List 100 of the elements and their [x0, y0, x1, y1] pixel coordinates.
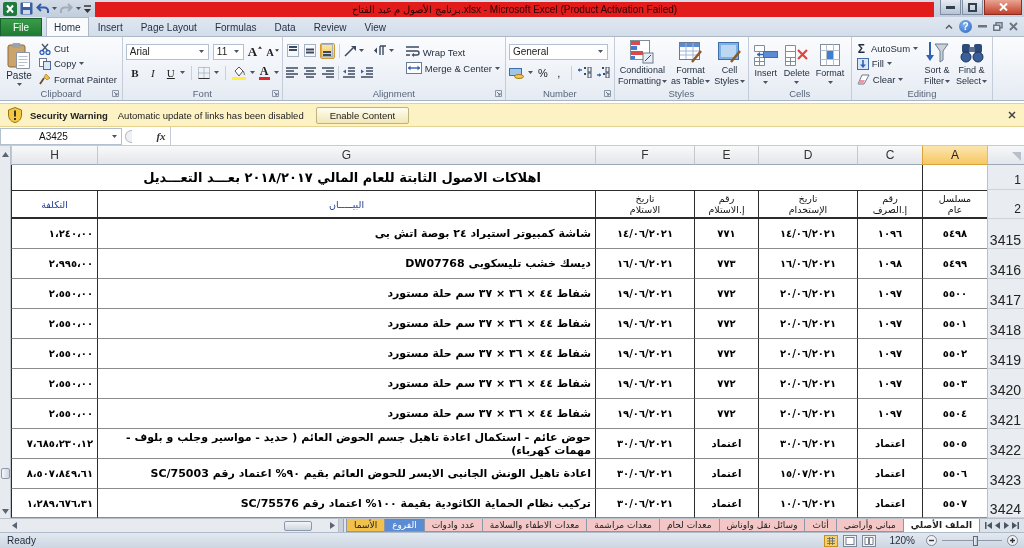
restore-icon[interactable]: [993, 22, 1003, 31]
cut-button[interactable]: Cut: [37, 41, 119, 57]
column-header[interactable]: H: [11, 146, 97, 165]
ribbon-tab[interactable]: Insert: [88, 18, 132, 36]
ribbon-tab[interactable]: View: [355, 18, 395, 36]
next-sheet-icon[interactable]: [1003, 522, 1009, 529]
italic-button[interactable]: I: [147, 64, 158, 81]
zoom-slider-thumb[interactable]: [973, 535, 978, 546]
sheet-tab[interactable]: معدات الاطفاء والسلامة: [481, 519, 587, 532]
dialog-launcher-icon[interactable]: [494, 90, 502, 97]
caret-icon[interactable]: [388, 49, 394, 52]
text-orientation-icon[interactable]: [343, 44, 357, 57]
fill-color-icon[interactable]: [231, 65, 246, 80]
autosum-button[interactable]: Σ AutoSum: [854, 41, 921, 57]
copy-button[interactable]: Copy: [37, 56, 119, 72]
caret-icon[interactable]: [52, 7, 57, 10]
zoom-in-icon[interactable]: [1007, 535, 1018, 546]
increase-decimal-icon[interactable]: [577, 67, 592, 78]
caret-icon[interactable]: [76, 7, 81, 10]
sheet-tab[interactable]: معدات مراشمة: [586, 519, 659, 532]
caret-icon[interactable]: [273, 71, 279, 74]
row-header[interactable]: 3423: [987, 459, 1024, 489]
previous-sheet-icon[interactable]: [995, 522, 1001, 529]
currency-icon[interactable]: [508, 66, 524, 79]
close-button[interactable]: [984, 0, 1022, 15]
caret-icon[interactable]: [249, 71, 255, 74]
row-header[interactable]: 3421: [987, 399, 1024, 429]
caret-icon[interactable]: [527, 71, 533, 74]
borders-icon[interactable]: [197, 66, 210, 79]
resize-handle-icon[interactable]: [125, 129, 133, 143]
decrease-decimal-icon[interactable]: [595, 67, 610, 78]
underline-button[interactable]: U: [165, 64, 176, 81]
align-center-icon[interactable]: [303, 67, 316, 78]
caret-icon[interactable]: [179, 71, 185, 74]
row-header[interactable]: 2: [987, 190, 1024, 219]
sheet-tab[interactable]: الملف الأصلي: [902, 519, 980, 533]
column-header[interactable]: C: [857, 146, 922, 165]
dialog-launcher-icon[interactable]: [111, 90, 119, 97]
close-icon[interactable]: [1008, 111, 1016, 119]
sheet-tab[interactable]: معدات لحام: [658, 519, 719, 532]
save-icon[interactable]: [20, 2, 33, 15]
merge-center-button[interactable]: Merge & Center: [403, 60, 502, 76]
column-header[interactable]: A: [922, 146, 987, 165]
top-align-button[interactable]: [285, 42, 301, 59]
increase-indent-icon[interactable]: [360, 67, 373, 78]
middle-align-button[interactable]: [302, 42, 318, 59]
font-size-field[interactable]: 11: [212, 43, 244, 60]
bottom-align-button[interactable]: [319, 42, 335, 59]
format-cells-button[interactable]: Format: [813, 39, 847, 87]
vertical-scrollbar[interactable]: [0, 146, 11, 518]
decrease-indent-icon[interactable]: [342, 67, 355, 78]
scrollbar-thumb[interactable]: [284, 520, 313, 531]
align-right-icon[interactable]: [321, 67, 334, 78]
row-header[interactable]: 1: [987, 165, 1024, 190]
bold-button[interactable]: B: [129, 64, 140, 81]
dialog-launcher-icon[interactable]: [271, 90, 279, 97]
row-header[interactable]: 3415: [987, 219, 1024, 249]
zoom-out-icon[interactable]: [926, 535, 937, 546]
grow-font-button[interactable]: A: [247, 43, 263, 60]
caret-icon[interactable]: [358, 49, 364, 52]
row-header[interactable]: 3420: [987, 369, 1024, 399]
sheet-tab[interactable]: الأسما: [346, 519, 385, 532]
row-header[interactable]: 3417: [987, 279, 1024, 309]
horizontal-scrollbar[interactable]: [0, 519, 340, 532]
ribbon-tab[interactable]: Home: [46, 17, 89, 36]
text-direction-icon[interactable]: [373, 45, 387, 56]
insert-cells-button[interactable]: Insert: [751, 39, 780, 87]
find-select-button[interactable]: Find & Select: [954, 39, 990, 87]
normal-view-icon[interactable]: [824, 534, 839, 547]
name-box[interactable]: A3425: [0, 127, 122, 145]
clear-button[interactable]: Clear: [854, 71, 921, 87]
font-name-field[interactable]: Arial: [125, 43, 209, 60]
ribbon-tab[interactable]: Formulas: [205, 18, 266, 36]
file-tab[interactable]: File: [0, 18, 42, 36]
column-header[interactable]: E: [694, 146, 758, 165]
fill-button[interactable]: Fill: [854, 56, 921, 72]
sheet-tab[interactable]: مباني وأراضي: [835, 519, 903, 532]
align-left-icon[interactable]: [285, 67, 298, 78]
page-layout-view-icon[interactable]: [843, 534, 858, 547]
minimize-button[interactable]: [940, 0, 961, 15]
paste-button[interactable]: Paste: [3, 39, 35, 87]
format-painter-button[interactable]: Format Painter: [37, 71, 119, 87]
insert-function-button[interactable]: fx: [155, 130, 167, 142]
sheet-tab[interactable]: عدد وادوات: [423, 519, 482, 532]
shrink-font-button[interactable]: A: [266, 43, 279, 60]
caret-icon[interactable]: [213, 71, 219, 74]
last-sheet-icon[interactable]: [1012, 522, 1020, 529]
scrollbar-thumb[interactable]: [0, 468, 10, 479]
row-header[interactable]: 3416: [987, 249, 1024, 279]
first-sheet-icon[interactable]: [984, 522, 992, 529]
percent-button[interactable]: %: [536, 64, 549, 81]
right-arrow-icon[interactable]: [330, 522, 336, 529]
zoom-level[interactable]: 120%: [889, 535, 915, 546]
column-header[interactable]: G: [97, 146, 595, 165]
down-arrow-icon[interactable]: [1, 509, 9, 514]
sort-filter-button[interactable]: Sort & Filter: [922, 39, 953, 87]
font-color-button[interactable]: A: [258, 64, 270, 81]
row-header[interactable]: 3418: [987, 309, 1024, 339]
wrap-text-button[interactable]: Wrap Text: [403, 44, 502, 60]
sheet-tab[interactable]: وسائل نقل واوناش: [718, 519, 805, 532]
